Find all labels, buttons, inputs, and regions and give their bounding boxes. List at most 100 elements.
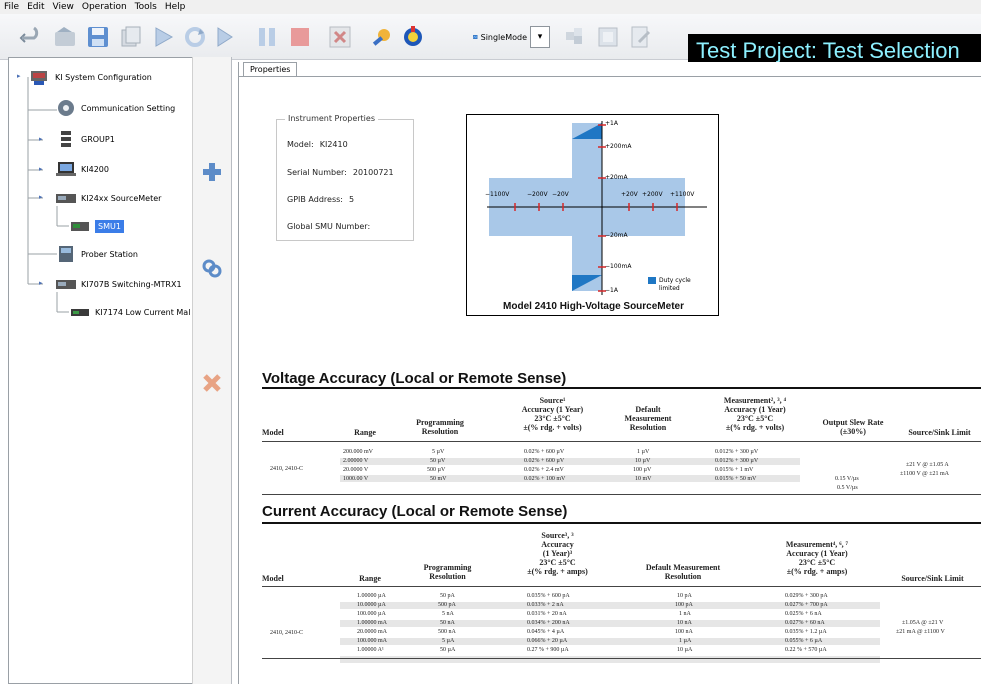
- menu-file[interactable]: File: [4, 2, 19, 12]
- abort-icon[interactable]: [327, 24, 353, 50]
- col-header-measurement: Measurement⁴, ⁶, ⁷ Accuracy (1 Year) 23°C …: [785, 540, 849, 576]
- range-cell: 100.000 mA: [357, 638, 387, 644]
- slew-cell: 0.15 V/µs: [835, 476, 859, 482]
- col-header-range: Range: [359, 574, 381, 583]
- prog-cell: 50 mV: [430, 476, 447, 482]
- table-rule: [262, 441, 981, 442]
- mode-dropdown[interactable]: ▾: [530, 26, 550, 48]
- global-smu-row: Global SMU Number:: [287, 222, 376, 231]
- default-cell: 1 nA: [679, 611, 691, 617]
- save-icon[interactable]: [85, 24, 111, 50]
- system-config-icon: [31, 71, 47, 85]
- tab-properties[interactable]: Properties: [243, 62, 298, 77]
- menu-bar: File Edit View Operation Tools Help: [0, 0, 981, 14]
- default-cell: 10 µA: [677, 647, 693, 653]
- menu-edit[interactable]: Edit: [27, 2, 44, 12]
- serial-row: Serial Number: 20100721: [287, 168, 394, 177]
- source-cell: 0.02% + 600 µV: [524, 449, 565, 455]
- repeat-icon[interactable]: [182, 24, 208, 50]
- stop-icon[interactable]: [287, 24, 313, 50]
- col-header-limit: Source/Sink Limit: [908, 428, 971, 437]
- serial-value: 20100721: [352, 168, 394, 177]
- source-cell: 0.02% + 2.4 mV: [524, 467, 564, 473]
- menu-operation[interactable]: Operation: [82, 2, 127, 12]
- tree-item-ki24xx[interactable]: KI24xx SourceMeter: [55, 188, 161, 208]
- measurement-cell: 0.025% + 6 nA: [785, 611, 822, 617]
- menu-tools[interactable]: Tools: [135, 2, 157, 12]
- range-cell: 100.000 µA: [357, 611, 386, 617]
- current-section-title: Current Accuracy (Local or Remote Sense): [262, 503, 568, 520]
- measurement-cell: 0.029% + 300 pA: [785, 593, 828, 599]
- import-icon[interactable]: [595, 24, 621, 50]
- range-cell: 2.00000 V: [343, 458, 369, 464]
- col-header-source: Source¹ Accuracy (1 Year) 23°C ±5°C ±(% rdg…: [521, 396, 584, 432]
- default-cell: 1 µV: [637, 449, 650, 455]
- limit-cell: ±21 V @ ±1.05 A: [906, 462, 949, 468]
- sync-icon[interactable]: [400, 24, 426, 50]
- puzzle-icon[interactable]: [562, 24, 588, 50]
- prog-cell: 50 µA: [440, 647, 456, 653]
- tree-item-system-config[interactable]: KI System Configuration: [29, 67, 152, 87]
- edit-document-icon[interactable]: [627, 24, 653, 50]
- measurement-cell: 0.22 % + 570 µA: [785, 647, 827, 653]
- table-rule: [262, 387, 981, 389]
- pause-icon[interactable]: [254, 24, 280, 50]
- operating-boundaries-diagram: +1A +200mA +20mA −20mA −100mA −1A −1100V…: [466, 114, 719, 316]
- tree-item-prober[interactable]: Prober Station: [55, 244, 138, 264]
- expand-toggle[interactable]: ▸: [39, 193, 43, 201]
- tree-item-label: KI7174 Low Current Mal: [95, 307, 191, 317]
- tree-item-communication[interactable]: Communication Setting: [55, 98, 175, 118]
- menu-help[interactable]: Help: [165, 2, 186, 12]
- source-cell: 0.034% + 200 nA: [527, 620, 570, 626]
- gpib-value: 5: [348, 195, 355, 204]
- single-mode-button[interactable]: SingleMode: [473, 26, 527, 48]
- smu-icon: [71, 222, 89, 231]
- tab-divider: [238, 76, 981, 77]
- col-header-model: Model: [262, 428, 284, 437]
- prog-cell: 50 µV: [430, 458, 446, 464]
- system-tree: ▸ ▸ ▸ ▸ ▸ KI System Configuration Commun…: [8, 57, 192, 684]
- col-header-range: Range: [354, 428, 376, 437]
- expand-toggle[interactable]: ▸: [17, 72, 21, 80]
- tree-item-ki4200[interactable]: KI4200: [55, 159, 109, 179]
- prog-cell: 500 µV: [427, 467, 446, 473]
- link-icon[interactable]: [201, 257, 223, 279]
- copy-icon[interactable]: [118, 24, 144, 50]
- undo-icon[interactable]: [18, 24, 44, 50]
- prog-cell: 5 nA: [442, 611, 454, 617]
- gpib-row: GPIB Address: 5: [287, 195, 354, 204]
- limit-cell: ±1100 V @ ±21 mA: [900, 471, 950, 477]
- prog-cell: 50 nA: [440, 620, 455, 626]
- col-header-prog: Programming Resolution: [416, 418, 464, 436]
- prober-icon: [59, 246, 73, 262]
- open-icon[interactable]: [52, 24, 78, 50]
- limit-cell: ±1.05A @ ±21 V: [902, 620, 944, 626]
- menu-view[interactable]: View: [53, 2, 74, 12]
- tree-item-group1[interactable]: GROUP1: [55, 129, 115, 149]
- tree-item-ki7174[interactable]: KI7174 Low Current Mal: [69, 302, 190, 322]
- range-cell: 10.0000 µA: [357, 602, 386, 608]
- tree-item-label: KI707B Switching-MTRX1: [81, 279, 182, 289]
- tree-item-smu1[interactable]: SMU1: [69, 216, 124, 236]
- measurement-cell: 0.012% + 300 µV: [715, 458, 759, 464]
- model-label: Model:: [287, 140, 314, 149]
- expand-toggle[interactable]: ▸: [39, 165, 43, 173]
- prog-cell: 5 µV: [432, 449, 445, 455]
- instrument-icon: [56, 194, 76, 203]
- global-smu-label: Global SMU Number:: [287, 222, 371, 231]
- default-cell: 10 µV: [635, 458, 651, 464]
- server-icon: [61, 131, 71, 147]
- default-cell: 100 pA: [675, 602, 693, 608]
- expand-toggle[interactable]: ▸: [39, 135, 43, 143]
- run-step-icon[interactable]: [210, 24, 236, 50]
- col-header-default: Default Measurement Resolution: [645, 563, 721, 581]
- run-icon[interactable]: [150, 24, 176, 50]
- delete-icon[interactable]: [201, 372, 223, 394]
- tools-icon[interactable]: [369, 24, 395, 50]
- tree-item-ki707b[interactable]: KI707B Switching-MTRX1: [55, 274, 182, 294]
- expand-toggle[interactable]: ▸: [39, 279, 43, 287]
- col-header-model: Model: [262, 574, 284, 583]
- quadrant-graphic: [487, 121, 707, 295]
- default-cell: 10 pA: [677, 593, 692, 599]
- add-icon[interactable]: [201, 161, 223, 183]
